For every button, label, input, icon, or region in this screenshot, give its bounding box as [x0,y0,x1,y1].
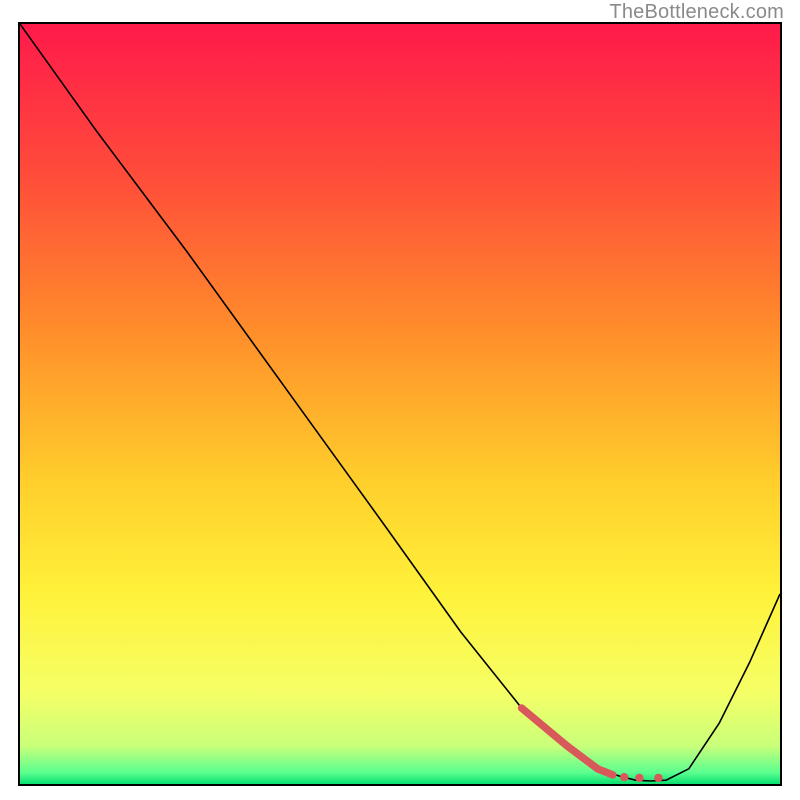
chart-background-gradient [20,24,780,784]
chart-svg [20,24,780,784]
chart-highlight-dot [654,774,662,782]
watermark-text: TheBottleneck.com [609,1,784,24]
chart-plot-area [18,22,782,786]
chart-highlight-dots [620,773,663,782]
chart-highlight-dot [635,774,643,782]
chart-highlight-dot [620,773,628,781]
